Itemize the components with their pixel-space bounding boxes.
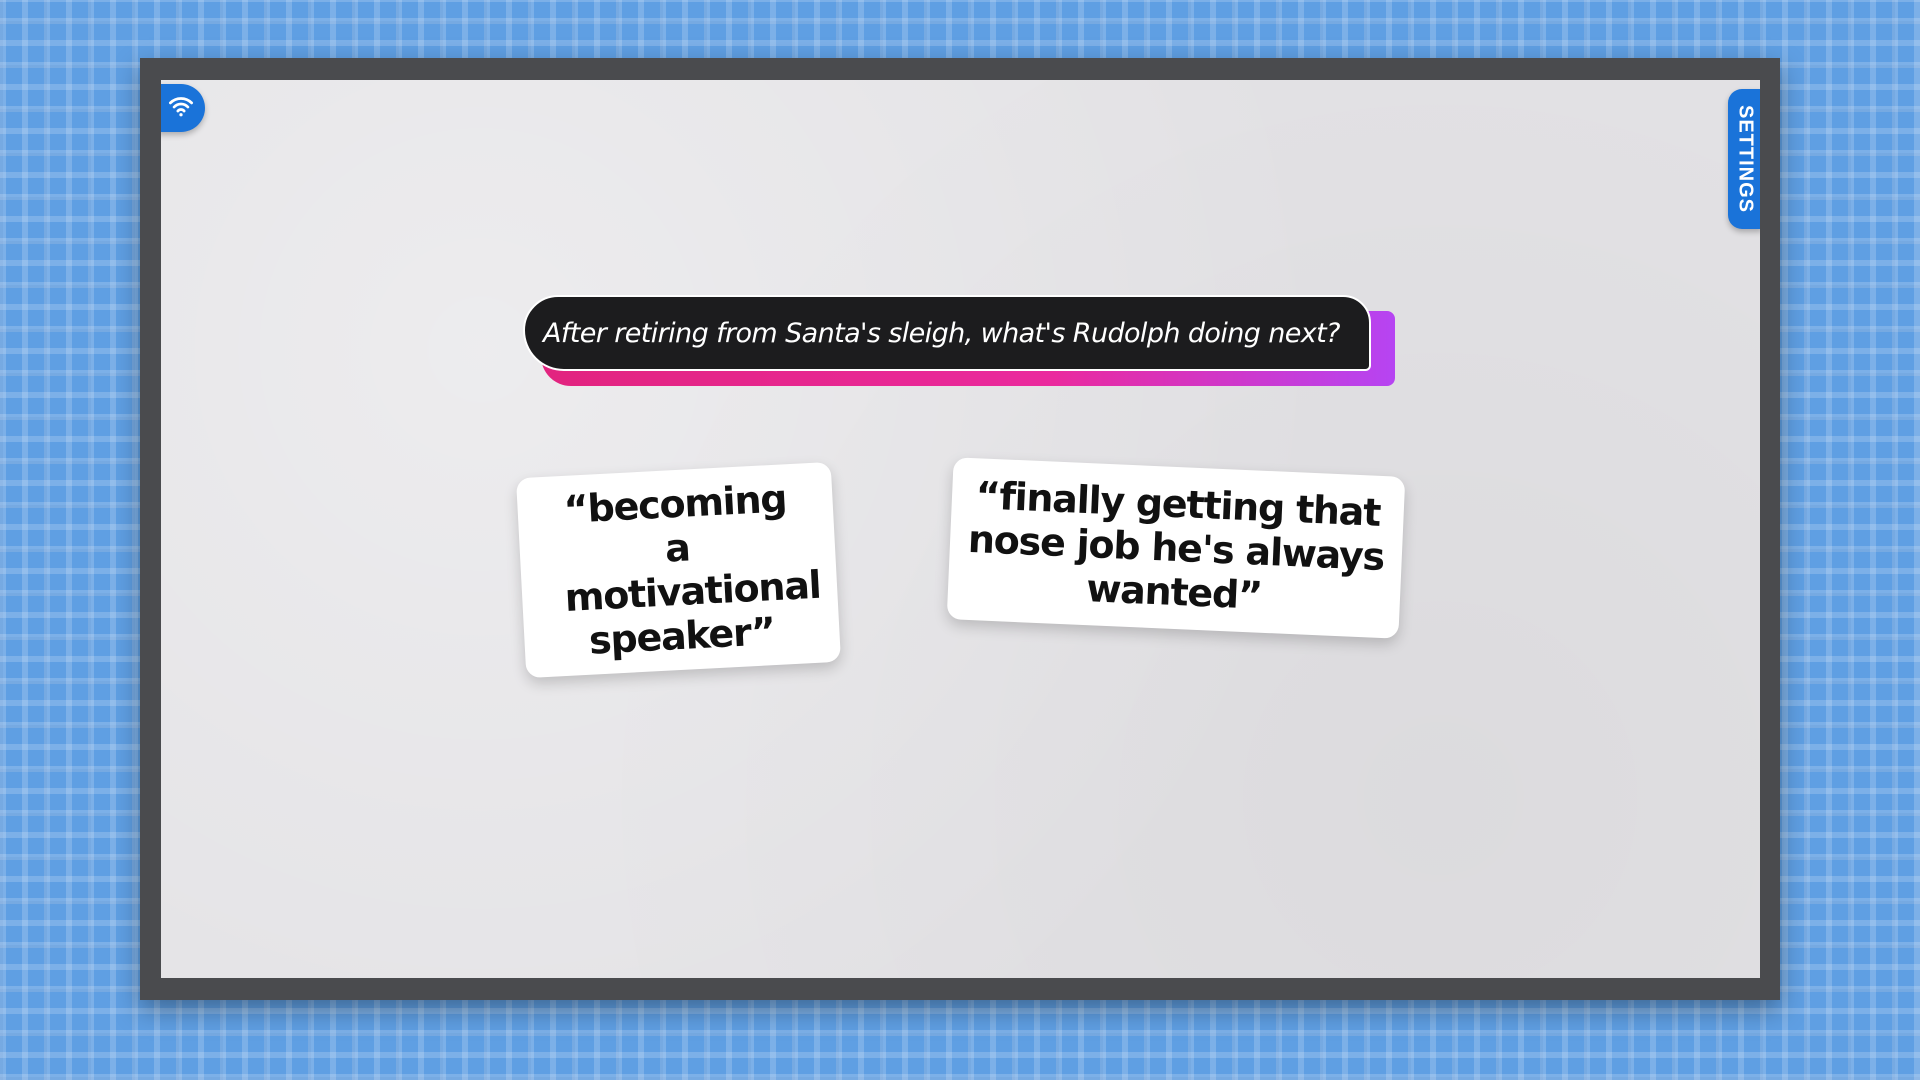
connection-button[interactable] xyxy=(161,84,205,132)
settings-button[interactable]: SETTINGS xyxy=(1728,89,1760,229)
game-screen: SETTINGS After retiring from Santa's sle… xyxy=(161,80,1760,978)
answer-text-1: “becoming a motivational speaker” xyxy=(562,476,822,663)
prompt: After retiring from Santa's sleigh, what… xyxy=(523,295,1395,386)
answer-text-2: “finally getting that nose job he's alwa… xyxy=(967,473,1385,618)
prompt-bubble: After retiring from Santa's sleigh, what… xyxy=(523,295,1371,371)
answer-card-1[interactable]: “becoming a motivational speaker” xyxy=(515,461,842,679)
wifi-icon xyxy=(166,91,196,125)
settings-label: SETTINGS xyxy=(1734,104,1757,214)
answer-card-2[interactable]: “finally getting that nose job he's alwa… xyxy=(946,457,1406,639)
prompt-text: After retiring from Santa's sleigh, what… xyxy=(543,317,1340,349)
